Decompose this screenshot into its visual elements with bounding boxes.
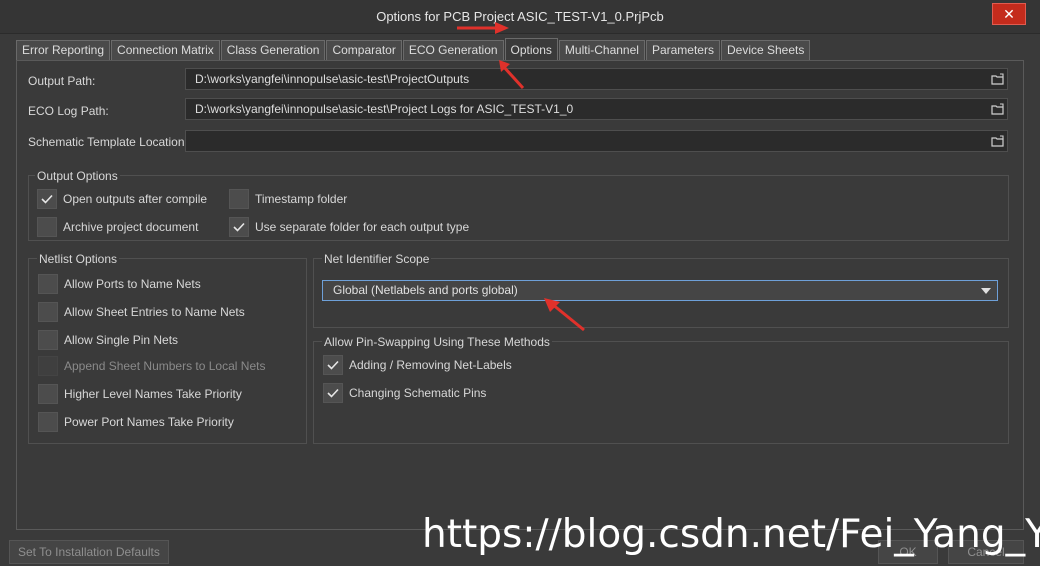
changing-schematic-pins-checkbox[interactable]: [323, 383, 343, 403]
close-button[interactable]: ✕: [992, 3, 1026, 25]
archive-project-checkbox[interactable]: [37, 217, 57, 237]
net-identifier-scope-title: Net Identifier Scope: [322, 252, 432, 266]
chevron-down-icon: [981, 288, 991, 294]
allow-sheet-entries-checkbox[interactable]: [38, 302, 58, 322]
higher-level-names-label: Higher Level Names Take Priority: [64, 387, 242, 401]
pin-swapping-title: Allow Pin-Swapping Using These Methods: [322, 335, 552, 349]
checkmark-icon: [41, 194, 53, 204]
annotation-arrow-icon: [544, 298, 585, 332]
archive-project-option[interactable]: Archive project document: [37, 217, 198, 237]
close-icon: ✕: [1003, 5, 1015, 22]
timestamp-folder-label: Timestamp folder: [255, 192, 348, 206]
tab-parameters[interactable]: Parameters: [645, 40, 720, 60]
window-title: Options for PCB Project ASIC_TEST-V1_0.P…: [376, 9, 664, 24]
net-identifier-scope-select[interactable]: Global (Netlabels and ports global): [322, 280, 998, 301]
power-port-names-label: Power Port Names Take Priority: [64, 415, 234, 429]
allow-single-pin-checkbox[interactable]: [38, 330, 58, 350]
tab-comparator[interactable]: Comparator: [326, 40, 402, 60]
open-outputs-checkbox[interactable]: [37, 189, 57, 209]
eco-log-path-value: D:\works\yangfei\innopulse\asic-test\Pro…: [195, 102, 574, 116]
open-outputs-option[interactable]: Open outputs after compile: [37, 189, 207, 209]
output-path-value: D:\works\yangfei\innopulse\asic-test\Pro…: [195, 72, 470, 86]
archive-project-label: Archive project document: [63, 220, 199, 234]
folder-open-icon[interactable]: [991, 73, 1004, 85]
higher-level-names-option[interactable]: Higher Level Names Take Priority: [38, 384, 242, 404]
tab-multi-channel[interactable]: Multi-Channel: [558, 40, 645, 60]
folder-open-icon[interactable]: [991, 135, 1004, 147]
tab-error-reporting[interactable]: Error Reporting: [16, 40, 111, 60]
adding-removing-net-labels-checkbox[interactable]: [323, 355, 343, 375]
allow-sheet-entries-label: Allow Sheet Entries to Name Nets: [64, 305, 245, 319]
open-outputs-label: Open outputs after compile: [63, 192, 208, 206]
schematic-template-field[interactable]: [185, 130, 1008, 152]
allow-single-pin-label: Allow Single Pin Nets: [64, 333, 179, 347]
output-path-label: Output Path:: [28, 74, 96, 88]
allow-single-pin-option[interactable]: Allow Single Pin Nets: [38, 330, 178, 350]
separate-folder-label: Use separate folder for each output type: [255, 220, 470, 234]
adding-removing-net-labels-option[interactable]: Adding / Removing Net-Labels: [323, 355, 512, 375]
output-path-field[interactable]: D:\works\yangfei\innopulse\asic-test\Pro…: [185, 68, 1008, 90]
higher-level-names-checkbox[interactable]: [38, 384, 58, 404]
allow-ports-option[interactable]: Allow Ports to Name Nets: [38, 274, 201, 294]
tab-options[interactable]: Options: [504, 38, 558, 60]
checkmark-icon: [327, 360, 339, 370]
folder-open-icon[interactable]: [991, 103, 1004, 115]
schematic-template-label: Schematic Template Location:: [28, 135, 188, 149]
annotation-arrow-icon: [499, 60, 525, 90]
tab-eco-generation[interactable]: ECO Generation: [402, 40, 504, 60]
tab-device-sheets[interactable]: Device Sheets: [720, 40, 811, 60]
net-identifier-scope-value: Global (Netlabels and ports global): [333, 283, 518, 297]
append-sheet-numbers-label: Append Sheet Numbers to Local Nets: [64, 359, 266, 373]
annotation-arrow-icon: [457, 22, 509, 34]
tab-strip: Error Reporting Connection Matrix Class …: [16, 38, 811, 60]
changing-schematic-pins-label: Changing Schematic Pins: [349, 386, 487, 400]
separate-folder-option[interactable]: Use separate folder for each output type: [229, 217, 469, 237]
set-installation-defaults-button[interactable]: Set To Installation Defaults: [9, 540, 169, 564]
timestamp-folder-option[interactable]: Timestamp folder: [229, 189, 347, 209]
netlist-options-title: Netlist Options: [37, 252, 120, 266]
power-port-names-checkbox[interactable]: [38, 412, 58, 432]
tab-connection-matrix[interactable]: Connection Matrix: [111, 40, 220, 60]
append-sheet-numbers-checkbox: [38, 356, 58, 376]
title-bar: Options for PCB Project ASIC_TEST-V1_0.P…: [0, 0, 1040, 34]
watermark-url: https://blog.csdn.net/Fei_Yang_YF: [422, 512, 1040, 557]
power-port-names-option[interactable]: Power Port Names Take Priority: [38, 412, 234, 432]
eco-log-path-field[interactable]: D:\works\yangfei\innopulse\asic-test\Pro…: [185, 98, 1008, 120]
checkmark-icon: [233, 222, 245, 232]
allow-ports-label: Allow Ports to Name Nets: [64, 277, 201, 291]
adding-removing-net-labels-label: Adding / Removing Net-Labels: [349, 358, 512, 372]
allow-ports-checkbox[interactable]: [38, 274, 58, 294]
output-options-title: Output Options: [35, 169, 120, 183]
checkmark-icon: [327, 388, 339, 398]
allow-sheet-entries-option[interactable]: Allow Sheet Entries to Name Nets: [38, 302, 245, 322]
timestamp-folder-checkbox[interactable]: [229, 189, 249, 209]
separate-folder-checkbox[interactable]: [229, 217, 249, 237]
eco-log-path-label: ECO Log Path:: [28, 104, 109, 118]
tab-class-generation[interactable]: Class Generation: [220, 40, 326, 60]
changing-schematic-pins-option[interactable]: Changing Schematic Pins: [323, 383, 486, 403]
append-sheet-numbers-option: Append Sheet Numbers to Local Nets: [38, 356, 265, 376]
